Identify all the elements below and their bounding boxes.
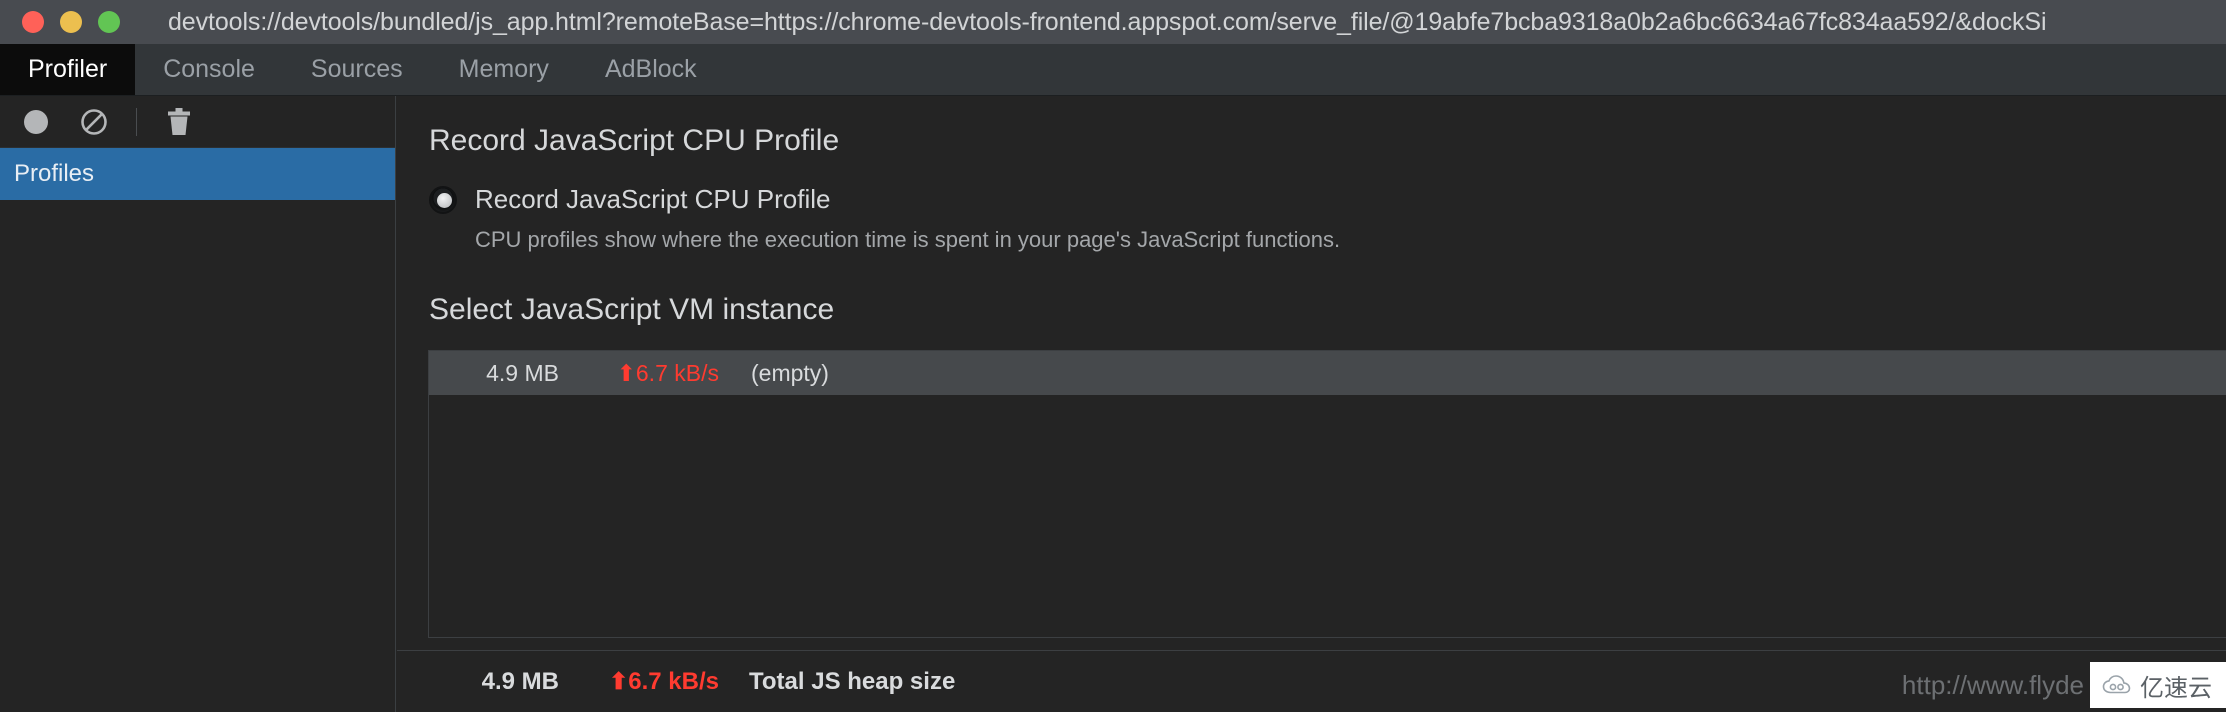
vm-allocation-rate-value: 6.7 kB/s bbox=[635, 359, 719, 386]
arrow-up-icon: ⬆ bbox=[608, 667, 629, 694]
tab-sources[interactable]: Sources bbox=[283, 44, 431, 95]
record-section-heading: Record JavaScript CPU Profile bbox=[429, 124, 840, 157]
delete-button[interactable] bbox=[155, 100, 203, 144]
tab-profiler[interactable]: Profiler bbox=[0, 44, 136, 95]
watermark: http://www.flyde 亿速云 bbox=[1902, 662, 2226, 708]
close-window-button[interactable] bbox=[22, 11, 44, 33]
watermark-url: http://www.flyde bbox=[1901, 669, 2084, 700]
window-controls bbox=[0, 11, 120, 33]
sidebar-toolbar bbox=[0, 96, 395, 148]
select-vm-heading: Select JavaScript VM instance bbox=[429, 293, 835, 326]
footer-heap-size: 4.9 MB bbox=[481, 667, 559, 695]
minimize-window-button[interactable] bbox=[60, 11, 82, 33]
maximize-window-button[interactable] bbox=[98, 11, 120, 33]
profiler-main-panel: Record JavaScript CPU Profile Record Jav… bbox=[397, 96, 2226, 712]
sidebar-item-profiles[interactable]: Profiles bbox=[0, 148, 395, 200]
vm-instance-list[interactable]: 4.9 MB ⬆6.7 kB/s (empty) bbox=[428, 350, 2226, 638]
record-profile-radio-row[interactable]: Record JavaScript CPU Profile bbox=[397, 184, 2226, 215]
arrow-up-icon: ⬆ bbox=[616, 359, 636, 386]
cloud-icon bbox=[2102, 675, 2131, 694]
tab-console-label: Console bbox=[163, 55, 255, 83]
footer-allocation-rate-value: 6.7 kB/s bbox=[628, 667, 719, 695]
record-profile-radio[interactable] bbox=[429, 185, 457, 214]
clear-button[interactable] bbox=[70, 100, 118, 144]
heap-status-bar: 4.9 MB ⬆6.7 kB/s Total JS heap size http… bbox=[397, 650, 2226, 712]
tab-sources-label: Sources bbox=[310, 55, 403, 83]
footer-heap-label: Total JS heap size bbox=[749, 667, 956, 695]
window-title: devtools://devtools/bundled/js_app.html?… bbox=[168, 7, 2047, 36]
tab-memory-label: Memory bbox=[458, 55, 549, 83]
devtools-tabstrip: Profiler Console Sources Memory AdBlock bbox=[0, 44, 2226, 96]
record-circle-icon bbox=[24, 109, 48, 134]
tab-memory[interactable]: Memory bbox=[431, 44, 577, 95]
vm-heap-size: 4.9 MB bbox=[486, 359, 559, 386]
watermark-badge-text: 亿速云 bbox=[2140, 674, 2212, 702]
tab-profiler-label: Profiler bbox=[28, 55, 108, 83]
record-profile-description: CPU profiles show where the execution ti… bbox=[475, 227, 1341, 252]
vm-instance-row[interactable]: 4.9 MB ⬆6.7 kB/s (empty) bbox=[429, 351, 2226, 395]
record-profile-radio-label: Record JavaScript CPU Profile bbox=[475, 184, 831, 214]
vm-allocation-rate: ⬆6.7 kB/s bbox=[559, 360, 719, 387]
profiler-sidebar: Profiles bbox=[0, 96, 396, 712]
sidebar-item-list: Profiles bbox=[0, 148, 395, 200]
window-titlebar: devtools://devtools/bundled/js_app.html?… bbox=[0, 0, 2226, 44]
footer-allocation-rate: ⬆6.7 kB/s bbox=[559, 668, 719, 696]
tab-adblock[interactable]: AdBlock bbox=[577, 44, 725, 95]
watermark-badge: 亿速云 bbox=[2090, 662, 2226, 708]
no-entry-icon bbox=[81, 108, 107, 135]
trash-icon bbox=[168, 107, 190, 135]
tab-adblock-label: AdBlock bbox=[604, 55, 697, 83]
sidebar-item-label: Profiles bbox=[14, 160, 95, 187]
record-button[interactable] bbox=[12, 100, 60, 144]
tab-console[interactable]: Console bbox=[135, 44, 283, 95]
vm-instance-name: (empty) bbox=[751, 359, 829, 386]
toolbar-divider bbox=[136, 107, 137, 136]
